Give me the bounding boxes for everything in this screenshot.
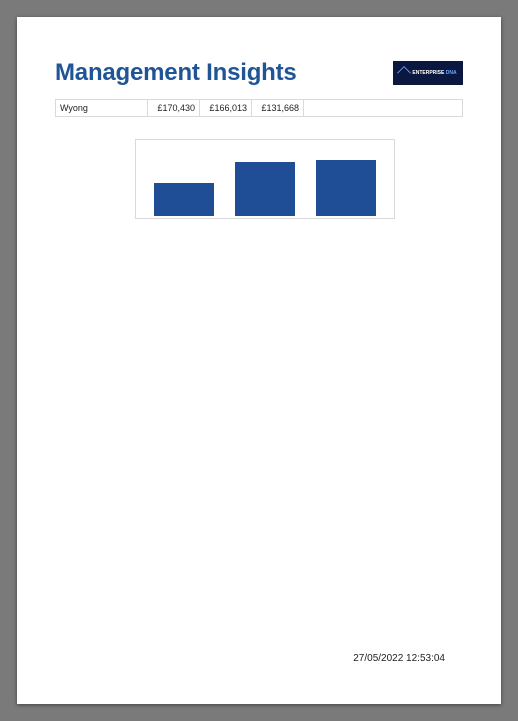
bar-chart: [135, 139, 395, 219]
chart-bar-1: [154, 183, 214, 216]
chart-bar-2: [235, 162, 295, 216]
row-spacer: [304, 100, 462, 116]
footer-timestamp: 27/05/2022 12:53:04: [353, 653, 445, 664]
row-value-1: £170,430: [148, 100, 200, 116]
row-value-3: £131,668: [252, 100, 304, 116]
brand-logo: ENTERPRISE DNA: [393, 61, 463, 85]
logo-icon: [397, 66, 411, 80]
document-page: Management Insights ENTERPRISE DNA Wyong…: [17, 17, 501, 704]
header: Management Insights ENTERPRISE DNA: [55, 59, 463, 87]
page-title: Management Insights: [55, 59, 297, 87]
chart-bar-3: [316, 160, 376, 216]
data-table-row: Wyong £170,430 £166,013 £131,668: [55, 99, 463, 117]
row-value-2: £166,013: [200, 100, 252, 116]
row-name: Wyong: [56, 100, 148, 116]
logo-text: ENTERPRISE DNA: [412, 70, 456, 76]
